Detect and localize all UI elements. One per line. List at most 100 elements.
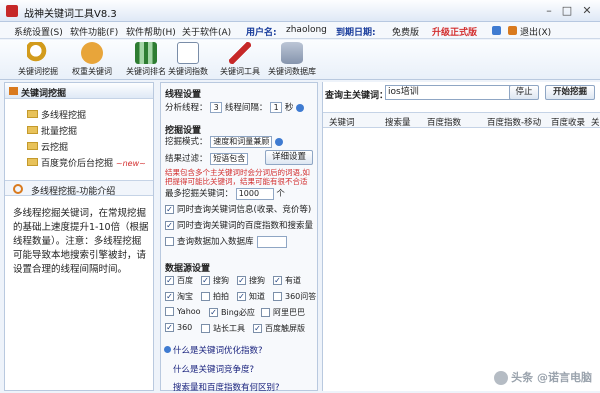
exit-menu[interactable]: 退出(X) [520, 25, 551, 38]
maximize-button[interactable]: □ [558, 3, 576, 18]
source-alibaba[interactable]: 阿里巴巴 [261, 307, 305, 318]
stop-button[interactable]: 停止 [509, 85, 539, 100]
source-360wenda[interactable]: 360问答 [273, 291, 316, 302]
col-keyword[interactable]: 关键词 [329, 116, 355, 128]
col-search-volume[interactable]: 搜索量 [385, 116, 411, 128]
filter-warning: 结果包含多个主关键词时会分词后的词语,如把提得可能比关键词，结果可能有很不合适 [165, 168, 310, 186]
left-panel-title: 关键词挖掘 [21, 89, 67, 99]
check-index-row[interactable]: ✓ 同时查询关键词的百度指数和搜索量 [165, 219, 313, 231]
tool-keyword-database[interactable]: 关键词数据库 [264, 41, 320, 79]
source-youdao[interactable]: ✓ 有道 [273, 275, 301, 286]
checkbox-checked[interactable]: ✓ [165, 205, 174, 214]
menu-bar: 系统设置(S) 软件功能(F) 软件帮助(H) 关于软件(A) 用户名: zha… [0, 22, 600, 39]
tool-label: 关键词数据库 [268, 67, 316, 76]
intro-text: 多线程挖掘关键词，在常规挖掘的基础上速度提升1-10倍（根据线程数量）。注意：多… [13, 208, 149, 275]
help-bulb-icon[interactable] [274, 137, 283, 146]
source-sogou-2[interactable]: ✓ 搜狗 [237, 275, 265, 286]
start-mining-button[interactable]: 开始挖掘 [545, 85, 595, 100]
thread-count-stepper[interactable]: 3 [210, 102, 223, 113]
menu-features[interactable]: 软件功能(F) [70, 25, 118, 38]
tree-item-batch[interactable]: 批量挖掘 [41, 124, 77, 137]
info-icon[interactable] [492, 26, 501, 35]
thread-settings-row: 分析线程： 3 线程间隔： 1 秒 [165, 101, 305, 113]
user-label: 用户名: [246, 28, 277, 38]
source-bing[interactable]: ✓ Bing必应 [209, 307, 255, 318]
close-button[interactable]: ✕ [578, 3, 596, 18]
tool-keyword-tools[interactable]: 关键词工具 [212, 41, 268, 79]
col-baidu-indexed[interactable]: 百度收录 [551, 116, 585, 128]
new-tag: ~new~ [115, 159, 146, 168]
database-icon [281, 42, 303, 64]
expire-value: 免费版 [392, 28, 420, 38]
faq-link-competition[interactable]: 什么是关键词竞争度? [173, 363, 254, 375]
folder-icon [27, 158, 38, 166]
wand-icon [229, 42, 251, 64]
minimize-button[interactable]: – [540, 3, 558, 18]
tree-item-cloud[interactable]: 云挖掘 [41, 140, 68, 153]
source-section-title: 数据源设置 [165, 264, 211, 274]
help-bulb-icon [164, 346, 171, 353]
watermark: 头条 @诺言电脑 [494, 369, 592, 385]
help-bulb-icon[interactable] [296, 103, 305, 112]
mode-select[interactable]: 速度和词量兼顾 [210, 135, 273, 148]
info-circle-icon [13, 184, 23, 194]
upgrade-link[interactable]: 升级正式版 [432, 25, 477, 38]
window-title: 战神关键词工具V8.3 [24, 9, 117, 20]
left-panel: 关键词挖掘 多线程挖掘 批量挖掘 云挖掘 百度竞价后台挖掘 ~new~ 多线程挖… [4, 82, 154, 391]
max-keywords-label: 最多挖掘关键词： [165, 189, 234, 199]
line-chart-icon [177, 42, 199, 64]
intro-header: 多线程挖掘-功能介绍 [5, 180, 153, 197]
max-keywords-select[interactable]: 1000 [235, 187, 274, 200]
thread-interval-stepper[interactable]: 1 [270, 102, 283, 113]
source-sogou[interactable]: ✓ 搜狗 [201, 275, 229, 286]
tool-keyword-mining[interactable]: 关键词挖掘 [10, 41, 66, 79]
expire-label: 到期日期: [336, 28, 376, 38]
menu-system[interactable]: 系统设置(S) [14, 25, 63, 38]
user-value: zhaolong [286, 25, 327, 35]
database-select[interactable] [256, 235, 287, 248]
tool-label: 权重关键词 [72, 67, 112, 76]
col-baidu-index-mobile[interactable]: 百度指数-移动 [487, 116, 541, 128]
query-label: 查询主关键词： [325, 91, 389, 101]
tool-label: 关键词指数 [168, 67, 208, 76]
intro-title: 多线程挖掘-功能介绍 [31, 187, 116, 197]
query-input[interactable]: ios培训 [385, 85, 519, 100]
home-icon [9, 87, 18, 95]
menu-help[interactable]: 软件帮助(H) [126, 25, 176, 38]
watermark-logo-icon [494, 371, 509, 385]
source-paipai[interactable]: 拍拍 [201, 291, 229, 302]
check-info-row[interactable]: ✓ 同时查询关键词信息(收录、竞价等) [165, 203, 311, 215]
source-yahoo[interactable]: Yahoo [165, 307, 201, 316]
source-baidu-mobile[interactable]: ✓ 百度触屏版 [253, 323, 305, 334]
menu-about[interactable]: 关于软件(A) [182, 25, 231, 38]
source-chinaz[interactable]: 站长工具 [201, 323, 245, 334]
folder-icon [27, 110, 38, 118]
app-logo-icon [6, 5, 18, 17]
folder-icon [27, 126, 38, 134]
mining-mode-row: 挖掘模式： 速度和词量兼顾 [165, 135, 283, 148]
folder-icon [27, 142, 38, 150]
faq-link-search-volume[interactable]: 搜索量和百度指数有何区别? [173, 381, 280, 393]
thread-interval-label: 线程间隔： [224, 103, 268, 113]
tool-keyword-index[interactable]: 关键词指数 [160, 41, 216, 79]
left-panel-header: 关键词挖掘 [5, 83, 153, 99]
tree-item-baidu-bidding[interactable]: 百度竞价后台挖掘 ~new~ [41, 156, 146, 169]
mode-label: 挖掘模式： [165, 137, 208, 147]
col-baidu-index[interactable]: 百度指数 [427, 116, 461, 128]
checkbox-checked[interactable]: ✓ [165, 221, 174, 230]
tool-weight-keywords[interactable]: 权重关键词 [64, 41, 120, 79]
tree-item-multithread[interactable]: 多线程挖掘 [41, 108, 86, 121]
source-360[interactable]: ✓ 360 [165, 323, 192, 332]
rank-chart-icon [135, 42, 157, 64]
checkbox-unchecked[interactable] [165, 237, 174, 246]
toolbar: 关键词挖掘 权重关键词 关键词排名 关键词指数 关键词工具 关键词数据库 [0, 40, 600, 80]
source-zhidao[interactable]: ✓ 知道 [237, 291, 265, 302]
source-baidu[interactable]: ✓ 百度 [165, 275, 193, 286]
thread-section-title: 线程设置 [165, 90, 202, 100]
filter-select[interactable]: 短语包含 [210, 152, 249, 165]
col-more[interactable]: 关 [591, 116, 600, 128]
filter-detail-button[interactable]: 详细设置 [265, 150, 313, 165]
check-db-row[interactable]: 查询数据加入数据库 [165, 235, 287, 248]
faq-link-optimization-index[interactable]: 什么是关键词优化指数? [173, 344, 263, 356]
source-taobao[interactable]: ✓ 淘宝 [165, 291, 193, 302]
